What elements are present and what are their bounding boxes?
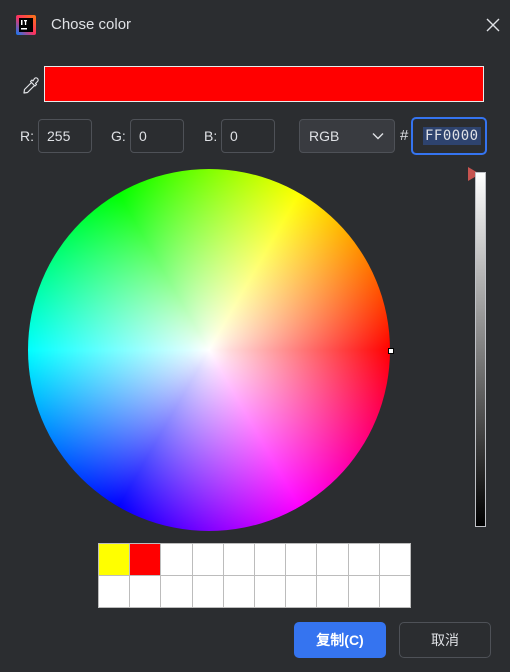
recent-color-swatch[interactable] — [286, 544, 317, 575]
window-title: Chose color — [51, 16, 132, 33]
g-label: G: — [111, 128, 126, 144]
hex-prefix: # — [400, 127, 409, 144]
recent-color-swatch[interactable] — [379, 544, 410, 575]
recent-color-swatch[interactable] — [99, 544, 130, 575]
recent-color-swatch[interactable] — [348, 576, 379, 607]
recent-color-swatch[interactable] — [192, 576, 223, 607]
blue-field[interactable] — [221, 119, 275, 153]
copy-button[interactable]: 复制(C) — [294, 622, 386, 658]
recent-color-swatch[interactable] — [130, 576, 161, 607]
recent-color-swatch[interactable] — [255, 544, 286, 575]
color-mode-value: RGB — [309, 128, 340, 144]
color-mode-select[interactable]: RGB — [299, 119, 395, 153]
recent-color-swatch[interactable] — [161, 544, 192, 575]
brightness-slider[interactable] — [475, 172, 486, 527]
recent-color-swatch[interactable] — [192, 544, 223, 575]
hex-value[interactable]: FF0000 — [423, 127, 481, 145]
recent-color-swatch[interactable] — [317, 576, 348, 607]
eyedropper-icon[interactable] — [21, 76, 41, 96]
recent-color-swatch[interactable] — [161, 576, 192, 607]
recent-color-swatch[interactable] — [286, 576, 317, 607]
recent-colors-grid — [98, 543, 411, 608]
recent-color-swatch[interactable] — [223, 576, 254, 607]
recent-color-swatch[interactable] — [99, 576, 130, 607]
color-wheel-handle[interactable] — [388, 348, 394, 354]
b-label: B: — [204, 128, 218, 144]
chevron-down-icon — [372, 133, 384, 140]
recent-color-swatch[interactable] — [130, 544, 161, 575]
green-field[interactable] — [130, 119, 184, 153]
color-wheel[interactable] — [28, 169, 390, 531]
recent-color-swatch[interactable] — [348, 544, 379, 575]
recent-color-swatch[interactable] — [379, 576, 410, 607]
cancel-button[interactable]: 取消 — [399, 622, 491, 658]
recent-color-swatch[interactable] — [317, 544, 348, 575]
title-bar: Chose color — [0, 0, 510, 50]
intellij-icon — [16, 15, 36, 35]
red-field[interactable] — [38, 119, 92, 153]
recent-color-swatch[interactable] — [255, 576, 286, 607]
recent-color-swatch[interactable] — [223, 544, 254, 575]
r-label: R: — [20, 128, 34, 144]
hex-field[interactable]: FF0000 — [411, 117, 487, 155]
color-preview — [44, 66, 484, 102]
close-icon[interactable] — [484, 16, 502, 34]
